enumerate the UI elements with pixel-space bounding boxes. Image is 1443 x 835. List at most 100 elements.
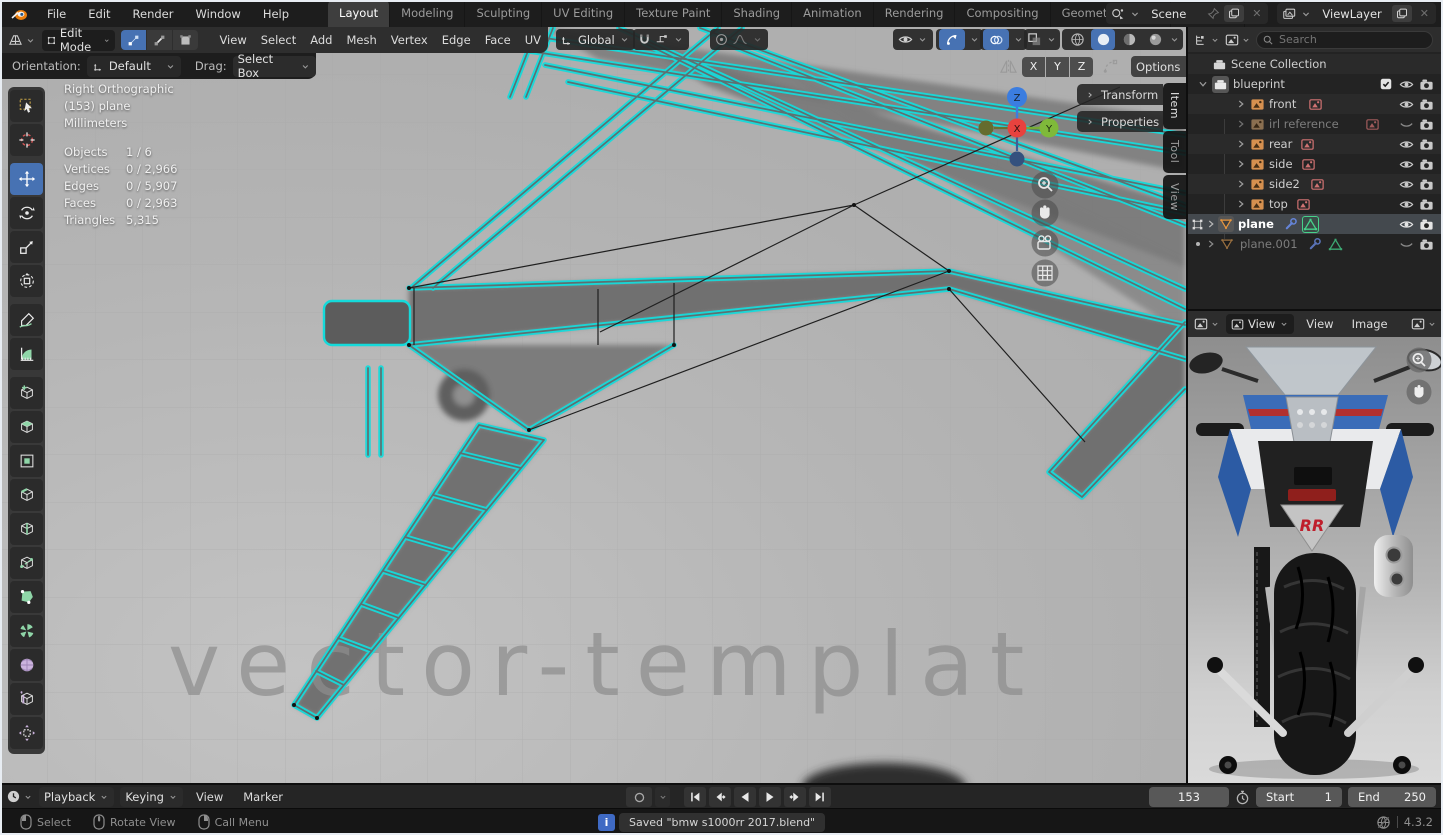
- row-plane[interactable]: plane: [1188, 214, 1443, 234]
- menu-edge[interactable]: Edge: [435, 33, 478, 47]
- row-scene-collection[interactable]: Scene Collection: [1188, 54, 1443, 74]
- caret-right-icon[interactable]: [1234, 137, 1248, 151]
- row-irl-reference[interactable]: irl reference: [1188, 114, 1443, 134]
- wrench-icon[interactable]: [1308, 237, 1322, 251]
- eye-icon[interactable]: [1399, 177, 1414, 192]
- image-datablock-button[interactable]: [1411, 317, 1437, 331]
- face-select-button[interactable]: [173, 30, 199, 50]
- camera-icon[interactable]: [1419, 237, 1434, 252]
- solid-shading-button[interactable]: [1091, 29, 1115, 50]
- camera-icon[interactable]: [1419, 197, 1434, 212]
- zoom-button[interactable]: [1031, 171, 1059, 199]
- menu-view[interactable]: View: [189, 790, 230, 804]
- close-icon[interactable]: ✕: [1416, 7, 1433, 20]
- reference-photo[interactable]: RR: [1188, 337, 1443, 783]
- blender-logo-icon[interactable]: [6, 1, 32, 27]
- tool-rotate[interactable]: [10, 197, 43, 229]
- tool-3d-cursor[interactable]: [10, 124, 43, 156]
- workspace-tab-uv-editing[interactable]: UV Editing: [542, 0, 626, 27]
- tool-inset-faces[interactable]: [10, 445, 43, 477]
- workspace-tab-layout[interactable]: Layout: [328, 0, 391, 27]
- workspace-tab-sculpting[interactable]: Sculpting: [465, 0, 543, 27]
- caret-right-icon[interactable]: [1234, 97, 1248, 111]
- image-mode-dropdown[interactable]: View: [1226, 314, 1295, 334]
- menu-marker[interactable]: Marker: [236, 790, 290, 804]
- workspace-tab-modeling[interactable]: Modeling: [390, 0, 466, 27]
- menu-image[interactable]: Image: [1346, 317, 1394, 331]
- row-side2[interactable]: side2: [1188, 174, 1443, 194]
- collection-checkbox[interactable]: [1379, 77, 1393, 91]
- workspace-tab-animation[interactable]: Animation: [792, 0, 874, 27]
- viewport-canvas[interactable]: vector-templat Z X Y: [0, 27, 1186, 783]
- menu-edit[interactable]: Edit: [79, 4, 119, 24]
- snap-projection-icon[interactable]: [1101, 58, 1119, 75]
- auto-keying-button[interactable]: [626, 787, 652, 807]
- eye-closed-icon[interactable]: [1399, 117, 1414, 132]
- playback-dropdown[interactable]: Playback: [39, 786, 115, 807]
- tool-tweak-select[interactable]: [10, 90, 43, 122]
- caret-right-icon[interactable]: [1204, 237, 1218, 251]
- row-top[interactable]: top: [1188, 194, 1443, 214]
- overlays-toggle[interactable]: [980, 29, 1027, 50]
- axis-neg-y[interactable]: [978, 120, 994, 136]
- drag-dropdown[interactable]: Select Box: [232, 52, 316, 80]
- tool-smooth[interactable]: [10, 649, 43, 681]
- menu-mesh[interactable]: Mesh: [339, 33, 383, 47]
- eye-icon[interactable]: [1399, 217, 1414, 232]
- caret-right-icon[interactable]: [1234, 177, 1248, 191]
- options-dropdown[interactable]: Options: [1131, 56, 1186, 77]
- axis-neg-z[interactable]: [1009, 151, 1025, 167]
- keying-set-chevron[interactable]: [655, 787, 670, 807]
- tool-poly-build[interactable]: [10, 581, 43, 613]
- tool-edge-slide[interactable]: [10, 683, 43, 715]
- tab-view[interactable]: View: [1163, 175, 1186, 219]
- tool-measure[interactable]: [10, 338, 43, 370]
- transform-panel-header[interactable]: Transform: [1077, 84, 1163, 105]
- timeline-editor-type-button[interactable]: [6, 789, 33, 804]
- tool-knife[interactable]: [10, 547, 43, 579]
- camera-icon[interactable]: [1419, 177, 1434, 192]
- caret-down-icon[interactable]: [1196, 77, 1210, 91]
- offline-globe-icon[interactable]: [1376, 815, 1391, 830]
- eye-icon[interactable]: [1399, 137, 1414, 152]
- row-side[interactable]: side: [1188, 154, 1443, 174]
- triangulate-modifier-icon[interactable]: [1328, 237, 1343, 252]
- transform-orientation-dropdown[interactable]: Global: [556, 29, 635, 50]
- viewlayer-selector[interactable]: ViewLayer ✕: [1277, 3, 1436, 24]
- edge-select-button[interactable]: [147, 30, 173, 50]
- mirror-x-button[interactable]: X: [1022, 56, 1045, 77]
- start-frame-field[interactable]: Start 1: [1256, 787, 1342, 807]
- outliner-display-mode-button[interactable]: [1225, 33, 1251, 47]
- mode-dropdown[interactable]: Edit Mode: [42, 27, 116, 54]
- jump-to-end-button[interactable]: [809, 787, 831, 807]
- current-frame-field[interactable]: 153: [1149, 787, 1229, 807]
- eye-icon[interactable]: [1399, 77, 1414, 92]
- caret-right-icon[interactable]: [1204, 217, 1218, 231]
- menu-help[interactable]: Help: [254, 4, 298, 24]
- tool-annotate[interactable]: [10, 304, 43, 336]
- workspace-tab-shading[interactable]: Shading: [722, 0, 793, 27]
- material-shading-button[interactable]: [1117, 29, 1141, 50]
- tab-tool[interactable]: Tool: [1163, 131, 1186, 173]
- row-front[interactable]: front: [1188, 94, 1443, 114]
- wireframe-shading-button[interactable]: [1065, 29, 1089, 50]
- menu-face[interactable]: Face: [478, 33, 518, 47]
- wrench-icon[interactable]: [1284, 217, 1298, 231]
- new-scene-button[interactable]: [1224, 5, 1245, 22]
- caret-right-icon[interactable]: [1234, 157, 1248, 171]
- grid-ortho-button[interactable]: [1031, 259, 1059, 287]
- scene-selector[interactable]: Scene ✕: [1106, 3, 1269, 24]
- menu-window[interactable]: Window: [186, 4, 249, 24]
- editor-type-button[interactable]: [0, 33, 40, 48]
- tool-add-cube[interactable]: [10, 377, 43, 409]
- menu-render[interactable]: Render: [124, 4, 183, 24]
- gizmos-toggle[interactable]: [936, 29, 983, 50]
- tool-extrude-region[interactable]: [10, 411, 43, 443]
- camera-icon[interactable]: [1419, 77, 1434, 92]
- tool-move[interactable]: [10, 163, 43, 195]
- proportional-edit-controls[interactable]: [710, 29, 768, 50]
- menu-file[interactable]: File: [38, 4, 75, 24]
- zoom-button[interactable]: [1406, 347, 1432, 373]
- jump-to-start-button[interactable]: [684, 787, 706, 807]
- row-rear[interactable]: rear: [1188, 134, 1443, 154]
